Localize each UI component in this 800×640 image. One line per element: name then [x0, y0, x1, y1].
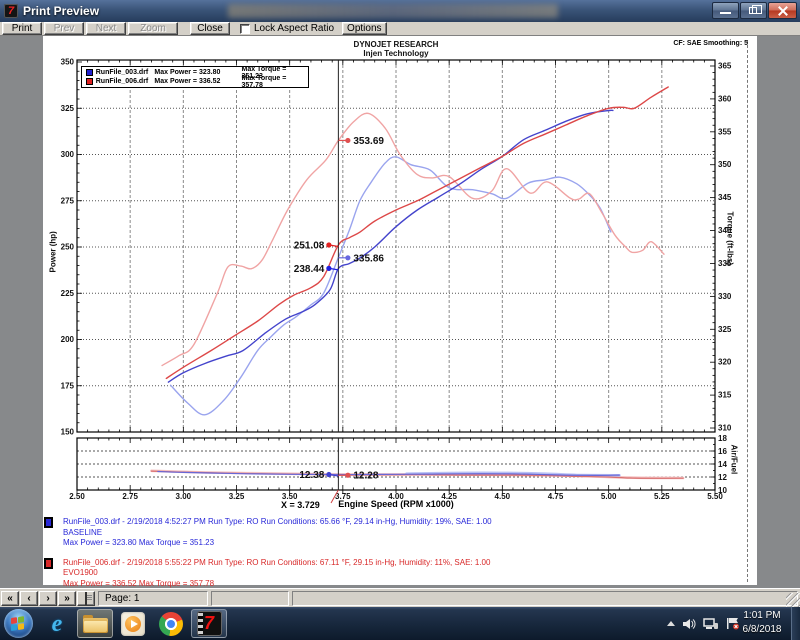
legend-max-torque: Max Torque = 357.78: [242, 75, 307, 89]
taskbar-clock[interactable]: 1:01 PM 6/8/2018: [736, 609, 788, 637]
legend-swatch-evo1900: [86, 78, 93, 85]
legend-max-power: Max Power = 336.52: [154, 78, 241, 85]
show-desktop-button[interactable]: [791, 607, 800, 640]
legend-row: RunFile_006.drf Max Power = 336.52 Max T…: [84, 77, 306, 86]
status-panel: [211, 591, 289, 606]
run-max-values: Max Power = 323.80 Max Torque = 351.23: [63, 538, 492, 549]
next-page-nav-button[interactable]: ›: [39, 591, 57, 606]
ie-icon: e: [52, 612, 63, 636]
legend-swatch-baseline: [86, 69, 93, 76]
chart-title: DYNOJET RESEARCH: [256, 40, 536, 49]
power-axis-title: Power (hp): [49, 223, 58, 273]
page-icon: [85, 592, 87, 605]
next-page-button[interactable]: Next: [86, 22, 126, 35]
torque-axis-title: Torque (ft-lbs): [726, 212, 735, 284]
status-panel: [292, 591, 798, 606]
taskbar-item-dynojet[interactable]: 7: [191, 609, 227, 638]
run-info-evo1900: RunFile_006.drf - 2/19/2018 5:55:22 PM R…: [44, 558, 492, 590]
taskbar-item-internet-explorer[interactable]: e: [39, 609, 75, 638]
minimize-button[interactable]: [712, 2, 739, 19]
lock-aspect-label: Lock Aspect Ratio: [254, 23, 334, 34]
close-window-button[interactable]: [768, 2, 797, 19]
run-info-baseline: RunFile_003.drf - 2/19/2018 4:52:27 PM R…: [44, 517, 492, 549]
print-preview-toolbar: Print Prev Next Zoom Out Close Lock Aspe…: [0, 22, 800, 36]
chart-legend: RunFile_003.drf Max Power = 323.80 Max T…: [81, 66, 309, 88]
correction-smoothing-note: CF: SAE Smoothing: 5: [558, 40, 748, 47]
run-info-block: RunFile_003.drf - 2/19/2018 4:52:27 PM R…: [44, 517, 492, 598]
prev-page-button[interactable]: Prev: [44, 22, 84, 35]
page-number: Page: 1: [105, 593, 139, 604]
network-icon[interactable]: [703, 618, 719, 630]
prev-page-nav-button[interactable]: ‹: [20, 591, 38, 606]
window-titlebar: 7 Print Preview: [0, 0, 800, 22]
clock-date: 6/8/2018: [736, 623, 788, 637]
redacted-title-path: [228, 4, 558, 18]
folder-icon: [83, 615, 108, 633]
legend-file: RunFile_006.drf: [96, 78, 155, 85]
taskbar-item-explorer[interactable]: [77, 609, 113, 638]
page-setup-button[interactable]: [77, 591, 95, 606]
run-name: BASELINE: [63, 528, 492, 539]
zoom-out-button[interactable]: Zoom Out: [128, 22, 178, 35]
restore-icon: [749, 7, 757, 14]
taskbar-item-chrome[interactable]: [153, 609, 189, 638]
page-number-panel: Page: 1: [98, 591, 208, 606]
run-line1: RunFile_006.drf - 2/19/2018 5:55:22 PM R…: [63, 558, 490, 569]
last-page-button[interactable]: »: [58, 591, 76, 606]
minimize-icon: [720, 12, 731, 14]
page-margin-line: [747, 40, 748, 582]
start-button[interactable]: [4, 609, 33, 638]
tray-expand-icon[interactable]: [667, 621, 675, 626]
desktop: 7 Print Preview Print Prev Next Zoom Out…: [0, 0, 800, 640]
close-preview-button[interactable]: Close: [190, 22, 230, 35]
windows-taskbar: e 7 1: [0, 607, 800, 640]
resize-grip[interactable]: [786, 593, 800, 607]
legend-file: RunFile_003.drf: [96, 69, 155, 76]
print-button[interactable]: Print: [2, 22, 42, 35]
taskbar-item-media-player[interactable]: [115, 609, 151, 638]
windows-logo-icon: [11, 616, 25, 631]
system-tray: [667, 607, 740, 640]
clock-time: 1:01 PM: [736, 609, 788, 623]
media-player-icon: [121, 612, 145, 636]
chart-subtitle: Injen Technology: [256, 49, 536, 58]
run-swatch-evo1900: [44, 558, 53, 569]
preview-statusbar: « ‹ › » Page: 1: [0, 588, 800, 607]
run-name: EVO1900: [63, 568, 490, 579]
af-axis-title: Air/Fuel: [730, 445, 739, 485]
volume-icon[interactable]: [682, 618, 696, 630]
lock-aspect-checkbox[interactable]: [240, 24, 250, 34]
x-axis-title: Engine Speed (RPM x1000): [256, 499, 536, 509]
chrome-icon: [159, 612, 183, 636]
restore-button[interactable]: [740, 2, 767, 19]
run-line1: RunFile_003.drf - 2/19/2018 4:52:27 PM R…: [63, 517, 492, 528]
first-page-button[interactable]: «: [1, 591, 19, 606]
options-button[interactable]: Options: [342, 22, 386, 35]
app-icon: 7: [4, 4, 18, 18]
legend-max-power: Max Power = 323.80: [154, 69, 241, 76]
run-swatch-baseline: [44, 517, 53, 528]
window-title: Print Preview: [23, 4, 99, 18]
dynojet-icon: 7: [197, 611, 222, 636]
